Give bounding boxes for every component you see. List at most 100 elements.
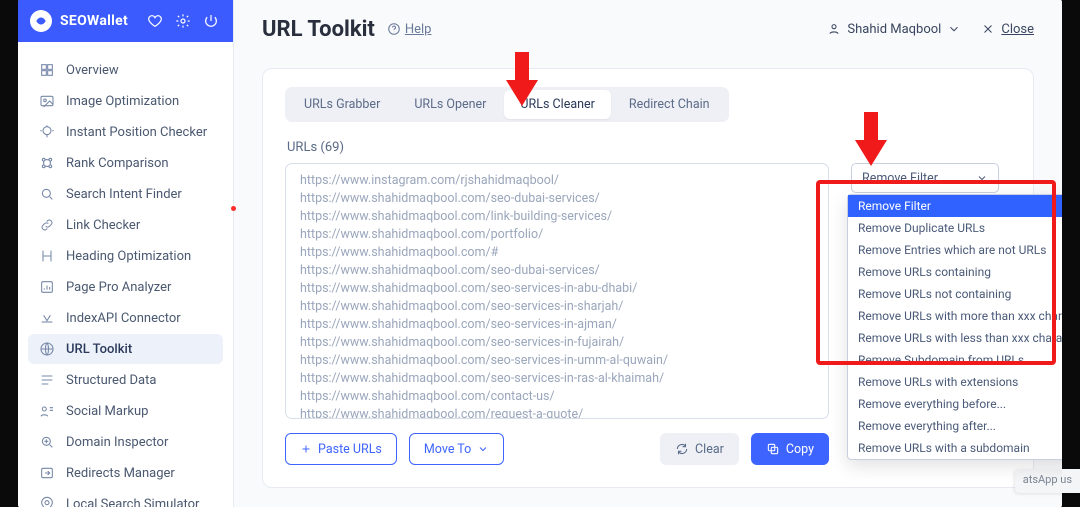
sidebar-item-rank-comparison[interactable]: Rank Comparison [28, 148, 223, 178]
help-icon [387, 22, 401, 36]
sidebar-item-label: URL Toolkit [66, 342, 132, 357]
search-icon [38, 185, 56, 203]
filter-option[interactable]: Remove Subdomain from URLs [848, 349, 1062, 371]
sidebar-item-image-optimization[interactable]: Image Optimization [28, 86, 223, 116]
workspace: https://www.instagram.com/rjshahidmaqboo… [285, 163, 1011, 465]
power-icon[interactable] [201, 11, 221, 31]
page-title: URL Toolkit [262, 17, 375, 42]
nav-list: Overview Image Optimization Instant Positi… [18, 42, 233, 507]
toolkit-card: URLs GrabberURLs OpenerURLs CleanerRedir… [262, 68, 1034, 488]
position-icon [38, 123, 56, 141]
sidebar-item-label: IndexAPI Connector [66, 311, 181, 326]
filter-option[interactable]: Remove URLs containing [848, 261, 1062, 283]
filter-option[interactable]: Remove URLs not containing [848, 283, 1062, 305]
sidebar-item-redirects-manager[interactable]: Redirects Manager [28, 458, 223, 488]
filter-selected-label: Remove Filter [862, 171, 938, 186]
url-line: https://www.shahidmaqbool.com/request-a-… [300, 406, 814, 419]
sidebar-item-url-toolkit[interactable]: URL Toolkit [28, 334, 223, 364]
user-name: Shahid Maqbool [847, 22, 941, 37]
url-line: https://www.shahidmaqbool.com/portfolio/ [300, 226, 814, 244]
chevron-down-icon [947, 22, 961, 36]
url-line: https://www.shahidmaqbool.com/seo-servic… [300, 370, 814, 388]
filter-option[interactable]: Remove Filter [848, 195, 1062, 217]
tab-urls-opener[interactable]: URLs Opener [398, 90, 502, 119]
filter-option[interactable]: Remove URLs with extensions [848, 371, 1062, 393]
paste-urls-label: Paste URLs [318, 442, 382, 457]
sidebar-item-search-intent-finder[interactable]: Search Intent Finder [28, 179, 223, 209]
clear-button[interactable]: Clear [660, 433, 739, 465]
local-icon [38, 495, 56, 507]
heading-icon [38, 247, 56, 265]
filter-option[interactable]: Remove Duplicate URLs [848, 217, 1062, 239]
workspace-left: https://www.instagram.com/rjshahidmaqboo… [285, 163, 829, 465]
refresh-icon [675, 442, 689, 456]
user-menu[interactable]: Shahid Maqbool [827, 22, 961, 37]
sidebar-item-local-search-simulator[interactable]: Local Search Simulator [28, 489, 223, 507]
rank-icon [38, 154, 56, 172]
filter-select-button[interactable]: Remove Filter [851, 163, 999, 193]
app-window: SEOWallet Overview Image Optimization Inst… [18, 0, 1062, 507]
plus-icon [300, 443, 312, 455]
help-label: Help [405, 22, 432, 37]
sidebar-item-structured-data[interactable]: Structured Data [28, 365, 223, 395]
sidebar-item-label: Domain Inspector [66, 435, 168, 450]
copy-button[interactable]: Copy [751, 433, 829, 465]
app-shell: SEOWallet Overview Image Optimization Inst… [0, 0, 1080, 507]
sidebar-item-instant-position-checker[interactable]: Instant Position Checker [28, 117, 223, 147]
filter-option[interactable]: Remove URLs with a subdomain [848, 437, 1062, 459]
gear-icon[interactable] [173, 11, 193, 31]
filter-select: Remove Filter Remove FilterRemove Duplic… [851, 163, 1011, 193]
sidebar-item-indexapi-connector[interactable]: IndexAPI Connector [28, 303, 223, 333]
urls-textarea[interactable]: https://www.instagram.com/rjshahidmaqboo… [285, 163, 829, 419]
tab-redirect-chain[interactable]: Redirect Chain [613, 90, 726, 119]
copy-label: Copy [786, 442, 814, 457]
paste-urls-button[interactable]: Paste URLs [285, 433, 397, 465]
sidebar-item-overview[interactable]: Overview [28, 55, 223, 85]
sidebar-item-label: Local Search Simulator [66, 497, 199, 507]
tab-urls-cleaner[interactable]: URLs Cleaner [504, 90, 610, 119]
filter-option[interactable]: Remove URLs with more than xxx character… [848, 305, 1062, 327]
sidebar-item-link-checker[interactable]: Link Checker [28, 210, 223, 240]
filter-option[interactable]: Remove Entries which are not URLs [848, 239, 1062, 261]
filter-option[interactable]: Remove everything after... [848, 415, 1062, 437]
move-to-label: Move To [424, 442, 471, 457]
move-to-button[interactable]: Move To [409, 433, 504, 465]
domain-icon [38, 433, 56, 451]
url-line: https://www.shahidmaqbool.com/seo-servic… [300, 316, 814, 334]
heart-icon[interactable] [145, 11, 165, 31]
url-line: https://www.shahidmaqbool.com/contact-us… [300, 388, 814, 406]
structured-icon [38, 371, 56, 389]
help-link[interactable]: Help [387, 22, 432, 37]
url-line: https://www.shahidmaqbool.com/seo-servic… [300, 334, 814, 352]
whatsapp-badge[interactable]: atsApp us [1015, 469, 1080, 493]
user-icon [827, 22, 841, 36]
sidebar-item-heading-optimization[interactable]: Heading Optimization [28, 241, 223, 271]
analyzer-icon [38, 278, 56, 296]
filter-option[interactable]: Remove URLs with less than xxx character… [848, 327, 1062, 349]
globe-icon [38, 340, 56, 358]
tab-urls-grabber[interactable]: URLs Grabber [288, 90, 396, 119]
red-dot-icon [231, 206, 236, 211]
brand-bar: SEOWallet [18, 0, 233, 42]
sidebar-item-social-markup[interactable]: Social Markup [28, 396, 223, 426]
api-icon [38, 309, 56, 327]
sidebar-item-label: Link Checker [66, 218, 140, 233]
close-icon [981, 22, 995, 36]
filter-option[interactable]: Remove everything before... [848, 393, 1062, 415]
url-line: https://www.instagram.com/rjshahidmaqboo… [300, 172, 814, 190]
sidebar-item-label: Rank Comparison [66, 156, 169, 171]
close-button[interactable]: Close [981, 22, 1034, 37]
urls-count-label: URLs (69) [287, 140, 1011, 155]
action-row: Paste URLs Move To Clear [285, 433, 829, 465]
close-label: Close [1001, 22, 1034, 37]
url-line: https://www.shahidmaqbool.com/# [300, 244, 814, 262]
sidebar-item-label: Social Markup [66, 404, 148, 419]
sidebar-item-domain-inspector[interactable]: Domain Inspector [28, 427, 223, 457]
link-icon [38, 216, 56, 234]
sidebar-item-label: Instant Position Checker [66, 125, 207, 140]
sidebar-item-page-pro-analyzer[interactable]: Page Pro Analyzer [28, 272, 223, 302]
sidebar-item-label: Structured Data [66, 373, 156, 388]
social-icon [38, 402, 56, 420]
url-line: https://www.shahidmaqbool.com/seo-servic… [300, 352, 814, 370]
sidebar-item-label: Overview [66, 63, 119, 78]
